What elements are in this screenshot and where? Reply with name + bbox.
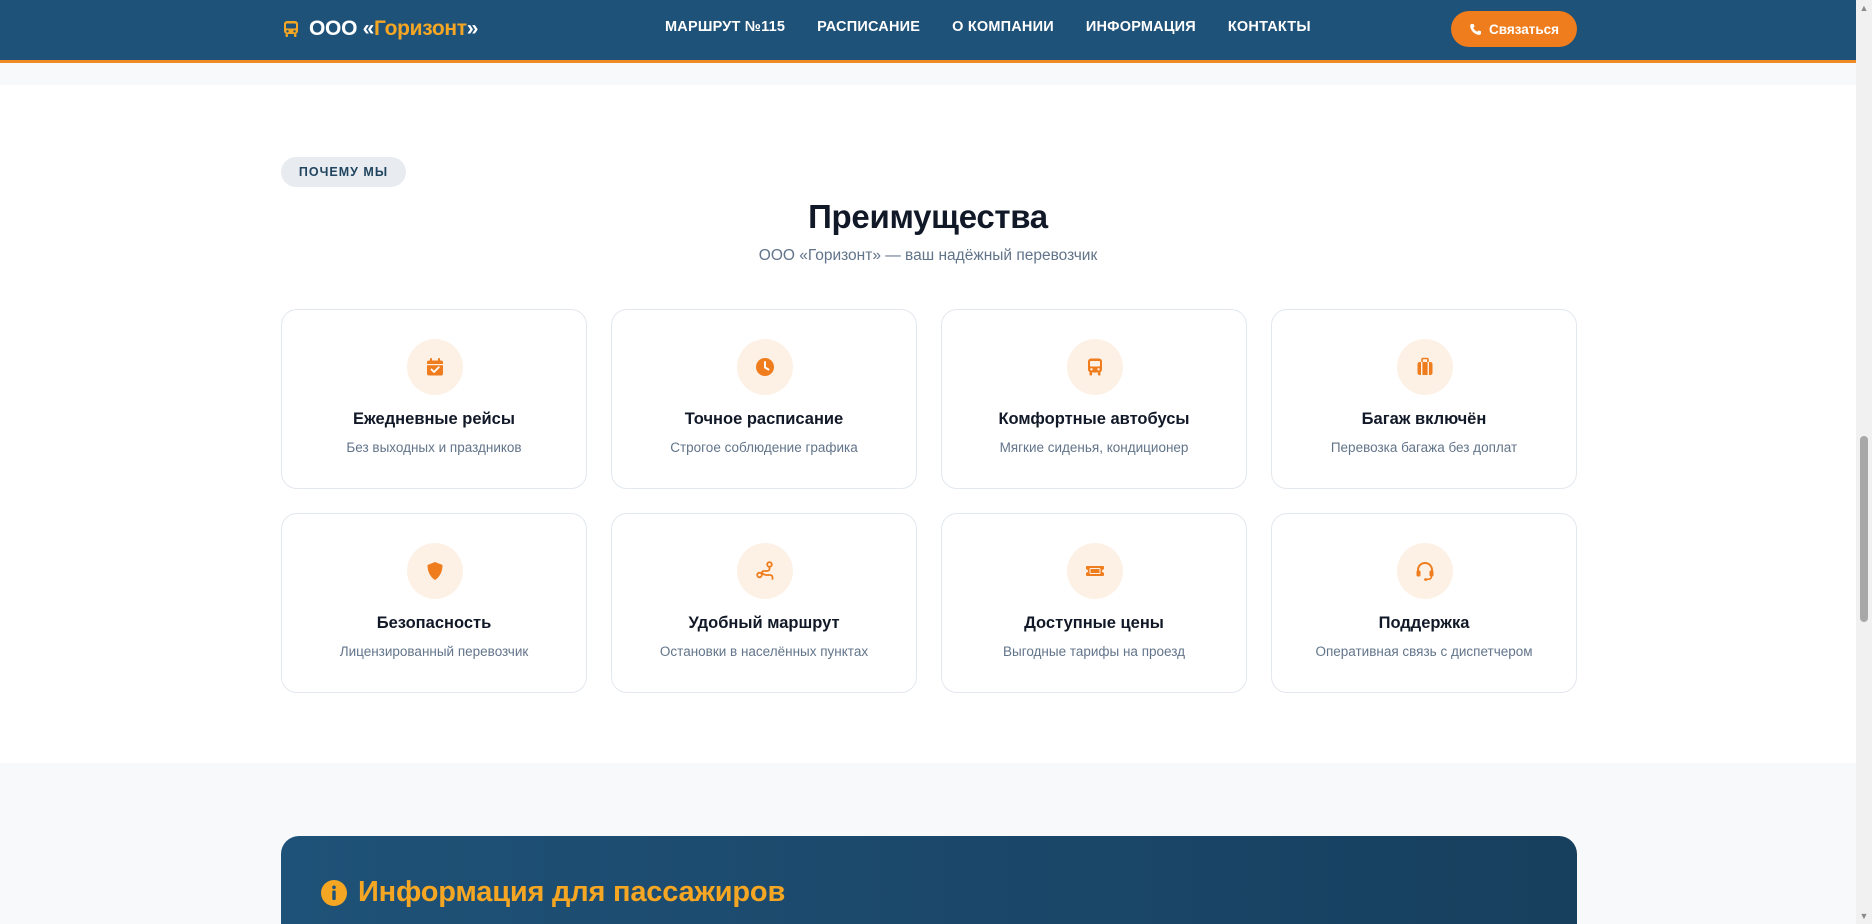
card-title: Поддержка	[1378, 614, 1470, 632]
advantage-card-luggage: Багаж включён Перевозка багажа без допла…	[1271, 309, 1577, 489]
shield-icon	[407, 543, 463, 599]
logo-text: ООО «Горизонт»	[309, 17, 479, 40]
card-description: Лицензированный перевозчик	[339, 644, 529, 659]
passenger-info-panel: Информация для пассажиров	[281, 836, 1577, 924]
nav-schedule[interactable]: РАСПИСАНИЕ	[817, 19, 920, 35]
bus-logo-icon	[284, 21, 298, 37]
logo-company-name: Горизонт	[374, 17, 467, 40]
route-icon	[737, 543, 793, 599]
clock-icon	[737, 339, 793, 395]
card-description: Строгое соблюдение графика	[670, 440, 858, 455]
card-title: Удобный маршрут	[688, 614, 840, 632]
nav-route-115[interactable]: МАРШРУТ №115	[665, 19, 785, 35]
ticket-icon	[1067, 543, 1123, 599]
card-description: Без выходных и праздников	[346, 440, 522, 455]
contact-button-label: Связаться	[1488, 21, 1560, 37]
section-subtitle: ООО «Горизонт» — ваш надёжный перевозчик	[758, 247, 1098, 264]
advantage-card-schedule: Точное расписание Строгое соблюдение гра…	[611, 309, 917, 489]
info-title-text: Информация для пассажиров	[358, 876, 786, 908]
card-title: Точное расписание	[684, 410, 844, 428]
nav-about[interactable]: О КОМПАНИИ	[952, 19, 1054, 35]
card-description: Перевозка багажа без доплат	[1330, 440, 1518, 455]
main-nav: МАРШРУТ №115 РАСПИСАНИЕ О КОМПАНИИ ИНФОР…	[665, 19, 1311, 35]
card-title: Ежедневные рейсы	[353, 410, 515, 428]
scroll-up-arrow-icon[interactable]: ▲	[1856, 0, 1872, 16]
site-header: ООО «Горизонт» МАРШРУТ №115 РАСПИСАНИЕ О…	[0, 0, 1856, 63]
logo[interactable]: ООО «Горизонт»	[281, 15, 478, 43]
scrollbar-thumb[interactable]	[1860, 436, 1868, 622]
bus-icon	[1067, 339, 1123, 395]
advantages-section: ПОЧЕМУ МЫ Преимущества ООО «Горизонт» — …	[0, 85, 1856, 763]
card-description: Выгодные тарифы на проезд	[1002, 644, 1185, 659]
card-title: Доступные цены	[1024, 614, 1164, 632]
advantage-card-prices: Доступные цены Выгодные тарифы на проезд	[941, 513, 1247, 693]
card-description: Мягкие сиденья, кондиционер	[999, 440, 1189, 455]
contact-button[interactable]: Связаться	[1451, 11, 1577, 47]
section-badge: ПОЧЕМУ МЫ	[281, 157, 406, 187]
advantage-card-support: Поддержка Оперативная связь с диспетчеро…	[1271, 513, 1577, 693]
advantage-card-safety: Безопасность Лицензированный перевозчик	[281, 513, 587, 693]
calendar-check-icon	[407, 339, 463, 395]
advantage-card-buses: Комфортные автобусы Мягкие сиденья, конд…	[941, 309, 1247, 489]
phone-icon	[1470, 23, 1481, 35]
info-heading: Информация для пассажиров	[320, 876, 785, 909]
advantage-card-route: Удобный маршрут Остановки в населённых п…	[611, 513, 917, 693]
scroll-down-arrow-icon[interactable]: ▼	[1856, 908, 1872, 924]
card-title: Багаж включён	[1361, 410, 1487, 428]
headset-icon	[1397, 543, 1453, 599]
page-scrollbar[interactable]: ▲ ▼	[1856, 0, 1872, 924]
info-circle-icon	[321, 879, 347, 906]
card-description: Остановки в населённых пунктах	[659, 644, 869, 659]
nav-information[interactable]: ИНФОРМАЦИЯ	[1086, 19, 1196, 35]
nav-contacts[interactable]: КОНТАКТЫ	[1228, 19, 1311, 35]
card-title: Комфортные автобусы	[998, 410, 1190, 428]
card-title: Безопасность	[376, 614, 492, 632]
advantages-grid: Ежедневные рейсы Без выходных и праздник…	[281, 309, 1577, 693]
card-description: Оперативная связь с диспетчером	[1315, 644, 1533, 659]
section-title: Преимущества	[808, 198, 1048, 235]
advantage-card-daily: Ежедневные рейсы Без выходных и праздник…	[281, 309, 587, 489]
suitcase-icon	[1397, 339, 1453, 395]
